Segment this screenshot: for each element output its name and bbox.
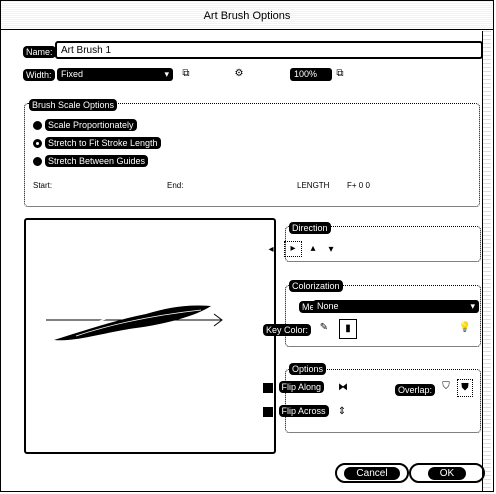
length-value: LENGTH [297, 181, 330, 190]
radio-scale-proportionately[interactable]: Scale Proportionately [33, 119, 137, 131]
overlap-adjust-icon[interactable]: ⛉ [439, 379, 453, 395]
end-label: End: [167, 181, 184, 190]
link-icon[interactable]: ⧉ [333, 67, 347, 81]
arrow-down-icon[interactable]: ▾ [325, 244, 337, 256]
direction-legend: Direction [289, 222, 331, 234]
flip-across-checkbox-row[interactable]: Flip Across [263, 405, 329, 417]
arrow-right-icon[interactable]: ▸ [284, 241, 302, 257]
scrollbar[interactable] [482, 31, 491, 491]
radio-label: Stretch Between Guides [45, 155, 149, 167]
flip-across-label: Flip Across [278, 405, 329, 417]
width-dropdown-value: Fixed [61, 69, 84, 79]
width-label: Width: [23, 69, 55, 81]
colorization-legend: Colorization [289, 280, 343, 292]
chevron-down-icon: ▾ [164, 69, 169, 79]
flip-along-checkbox[interactable] [263, 382, 273, 393]
flip-across-checkbox[interactable] [263, 406, 273, 417]
brush-preview [24, 218, 276, 454]
overlap-label: Overlap: [395, 384, 436, 396]
art-brush-options-dialog: Art Brush Options Name: Art Brush 1 Widt… [0, 0, 494, 492]
width-dropdown[interactable]: Fixed ▾ [57, 68, 173, 81]
radio-stretch-to-fit[interactable]: Stretch to Fit Stroke Length [33, 137, 161, 149]
colorization-group [285, 285, 481, 347]
width-percent-value: 100% [294, 69, 318, 79]
radio-button[interactable] [33, 138, 42, 148]
flip-along-label: Flip Along [278, 381, 325, 393]
ok-button[interactable]: OK [409, 463, 485, 483]
small-value: F+ 0 0 [347, 181, 370, 190]
name-label: Name: [23, 46, 56, 58]
window-title: Art Brush Options [203, 10, 291, 22]
flip-along-checkbox-row[interactable]: Flip Along [263, 381, 325, 393]
options-legend: Options [289, 363, 327, 375]
radio-button[interactable] [33, 156, 42, 166]
flip-across-icon: ⇕ [337, 406, 347, 417]
cancel-button-label: Cancel [344, 466, 400, 480]
radio-label: Scale Proportionately [45, 119, 137, 131]
name-field[interactable]: Art Brush 1 [55, 41, 483, 59]
method-dropdown-value: None [317, 301, 339, 311]
radio-label: Stretch to Fit Stroke Length [45, 137, 161, 149]
start-label: Start: [33, 181, 53, 190]
arrow-left-icon[interactable]: ◂ [265, 244, 277, 256]
link-icon[interactable]: ⧉ [179, 67, 193, 81]
overlap-none-icon[interactable]: ⛊ [457, 379, 473, 397]
method-dropdown[interactable]: None ▾ [313, 300, 479, 313]
key-color-label: Key Color: [263, 324, 312, 336]
chevron-down-icon: ▾ [470, 301, 475, 311]
settings-icon[interactable]: ⚙ [231, 66, 247, 82]
radio-button[interactable] [33, 120, 42, 130]
brush-scale-legend: Brush Scale Options [29, 99, 118, 111]
brush-stroke-preview [46, 301, 223, 341]
width-percent-field[interactable]: 100% [290, 68, 332, 81]
flip-along-icon: ⧓ [338, 382, 348, 393]
title-bar[interactable]: Art Brush Options [1, 1, 493, 30]
eyedropper-icon[interactable]: ✎ [317, 321, 331, 335]
key-color-swatch[interactable]: ▮ [339, 319, 357, 339]
cancel-button[interactable]: Cancel [335, 463, 409, 483]
radio-stretch-between-guides[interactable]: Stretch Between Guides [33, 155, 149, 167]
ok-button-label: OK [427, 466, 467, 480]
arrow-up-icon[interactable]: ▴ [307, 243, 319, 255]
lightbulb-icon[interactable]: 💡 [457, 319, 473, 337]
